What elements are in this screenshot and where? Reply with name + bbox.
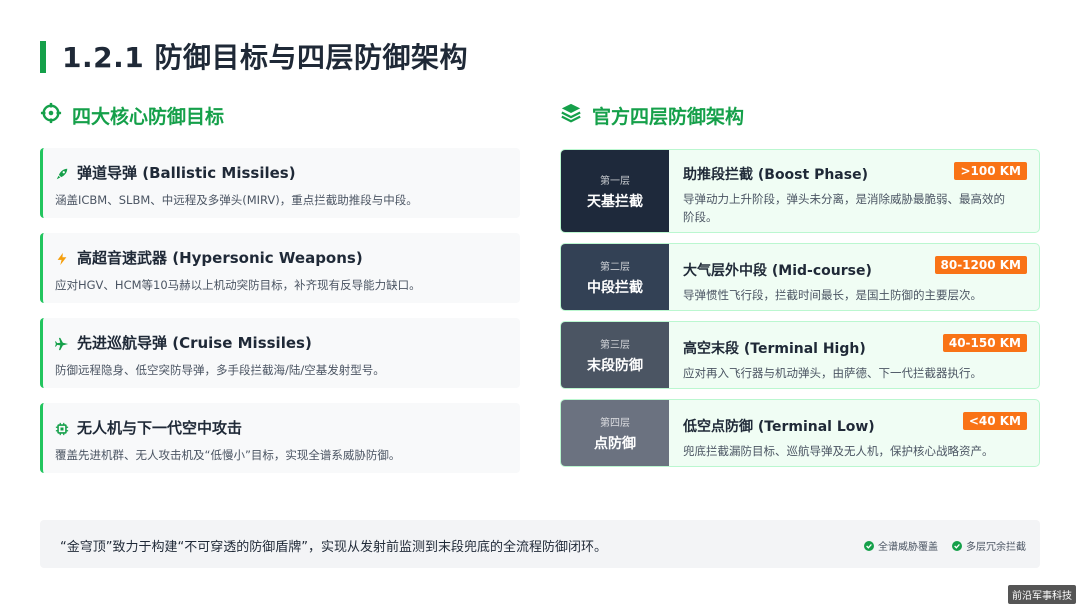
section-header-goals: 四大核心防御目标 — [40, 102, 224, 129]
layer-card-3: 第三层 末段防御 高空末段 (Terminal High) 应对再入飞行器与机动… — [560, 321, 1040, 389]
title-accent-bar — [40, 41, 46, 73]
layer-card-1: 第一层 天基拦截 助推段拦截 (Boost Phase) 导弹动力上升阶段，弹头… — [560, 149, 1040, 233]
goal-card-hypersonic: 高超音速武器 (Hypersonic Weapons) 应对HGV、HCM等10… — [40, 233, 520, 303]
crosshair-icon — [40, 102, 62, 129]
layer-desc: 导弹动力上升阶段，弹头未分离，是消除威胁最脆弱、最高效的阶段。 — [683, 192, 1005, 224]
goal-desc: 涵盖ICBM、SLBM、中远程及多弹头(MIRV)，重点拦截助推段与中段。 — [55, 193, 418, 207]
goal-card-ballistic: 弹道导弹 (Ballistic Missiles) 涵盖ICBM、SLBM、中远… — [40, 148, 520, 218]
goal-title: 无人机与下一代空中攻击 — [77, 419, 243, 437]
layer-desc: 导弹惯性飞行段，拦截时间最长，是国土防御的主要层次。 — [683, 288, 982, 302]
goal-title: 先进巡航导弹 (Cruise Missiles) — [77, 334, 312, 352]
summary-text: “金穹顶”致力于构建“不可穿透的防御盾牌”，实现从发射前监测到末段兜底的全流程防… — [60, 540, 607, 555]
range-badge: 80-1200 KM — [934, 256, 1027, 274]
rocket-icon — [55, 166, 69, 180]
tag-full-spectrum: 全谱威胁覆盖 — [864, 538, 938, 553]
layer-name: 中段拦截 — [587, 279, 643, 296]
goal-card-cruise: 先进巡航导弹 (Cruise Missiles) 防御远程隐身、低空突防导弹，多… — [40, 318, 520, 388]
layer-desc: 应对再入飞行器与机动弹头，由萨德、下一代拦截器执行。 — [683, 366, 982, 380]
page-title: 1.2.1 防御目标与四层防御架构 — [62, 41, 468, 74]
watermark: 前沿军事科技 — [1008, 585, 1076, 604]
goal-title: 高超音速武器 (Hypersonic Weapons) — [77, 249, 363, 267]
layer-name: 点防御 — [594, 435, 636, 452]
range-badge: 40-150 KM — [942, 334, 1027, 352]
goal-desc: 覆盖先进机群、无人攻击机及“低慢小”目标，实现全谱系威胁防御。 — [55, 448, 401, 462]
goal-card-drones: 无人机与下一代空中攻击 覆盖先进机群、无人攻击机及“低慢小”目标，实现全谱系威胁… — [40, 403, 520, 473]
layer-label: 第二层 中段拦截 — [561, 244, 669, 310]
plane-icon — [55, 336, 69, 350]
section-title-goals: 四大核心防御目标 — [72, 106, 225, 128]
layer-card-2: 第二层 中段拦截 大气层外中段 (Mid-course) 导弹惯性飞行段，拦截时… — [560, 243, 1040, 311]
chip-icon — [55, 421, 69, 435]
goal-desc: 应对HGV、HCM等10马赫以上机动突防目标，补齐现有反导能力缺口。 — [55, 278, 421, 292]
section-title-layers: 官方四层防御架构 — [592, 106, 745, 128]
tag-label: 全谱威胁覆盖 — [878, 542, 938, 553]
layer-card-4: 第四层 点防御 低空点防御 (Terminal Low) 兜底拦截漏防目标、巡航… — [560, 399, 1040, 467]
section-header-layers: 官方四层防御架构 — [560, 102, 744, 129]
check-icon — [864, 540, 874, 551]
summary-footer: “金穹顶”致力于构建“不可穿透的防御盾牌”，实现从发射前监测到末段兜底的全流程防… — [40, 520, 1040, 568]
layer-name: 天基拦截 — [587, 193, 643, 210]
layer-desc: 兜底拦截漏防目标、巡航导弹及无人机，保护核心战略资产。 — [683, 444, 994, 458]
bolt-icon — [55, 251, 69, 265]
range-badge: <40 KM — [962, 412, 1027, 430]
layer-number: 第一层 — [600, 175, 630, 187]
goal-desc: 防御远程隐身、低空突防导弹，多手段拦截海/陆/空基发射型号。 — [55, 363, 385, 377]
range-badge: >100 KM — [954, 162, 1027, 180]
layer-label: 第一层 天基拦截 — [561, 150, 669, 232]
check-icon — [952, 540, 962, 551]
layer-name: 末段防御 — [587, 357, 643, 374]
layer-number: 第三层 — [600, 339, 630, 351]
layers-icon — [560, 102, 582, 129]
tag-multi-layer: 多层冗余拦截 — [952, 538, 1026, 553]
layer-number: 第二层 — [600, 261, 630, 273]
layer-label: 第四层 点防御 — [561, 400, 669, 466]
layer-label: 第三层 末段防御 — [561, 322, 669, 388]
layer-number: 第四层 — [600, 417, 630, 429]
goal-title: 弹道导弹 (Ballistic Missiles) — [77, 164, 296, 182]
tag-label: 多层冗余拦截 — [966, 542, 1026, 553]
